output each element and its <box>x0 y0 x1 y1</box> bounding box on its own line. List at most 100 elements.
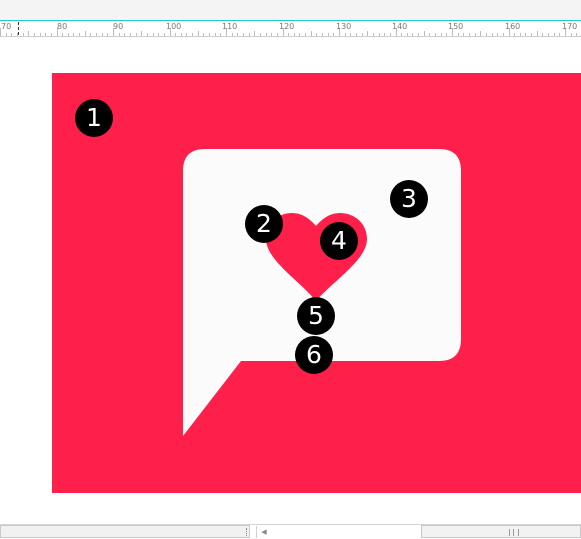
ruler-tick <box>28 31 29 36</box>
ruler-tick <box>237 33 238 36</box>
ruler-tick <box>554 33 555 36</box>
ruler-tick <box>497 33 498 36</box>
ruler-tick <box>79 33 80 36</box>
ruler-tick <box>531 33 532 36</box>
ruler-position-marker <box>18 22 19 35</box>
ruler-tick <box>299 33 300 36</box>
ruler-tick <box>367 31 368 36</box>
ruler-tick <box>373 33 374 36</box>
ruler-tick <box>90 33 91 36</box>
ruler-tick <box>548 33 549 36</box>
ruler-tick <box>542 33 543 36</box>
ruler-tick <box>62 33 63 36</box>
ruler-tick <box>96 33 97 36</box>
ruler-tick <box>576 33 577 36</box>
ruler-tick <box>266 33 267 36</box>
ruler-tick <box>181 33 182 36</box>
ruler-tick <box>316 33 317 36</box>
ruler-tick <box>390 33 391 36</box>
ruler-tick <box>328 33 329 36</box>
ruler-tick <box>469 33 470 36</box>
ruler-tick <box>147 33 148 36</box>
ruler-tick <box>11 33 12 36</box>
ruler-tick <box>215 33 216 36</box>
callout-4: 4 <box>320 222 358 260</box>
callout-1: 1 <box>75 99 113 137</box>
callout-2: 2 <box>245 205 283 243</box>
ruler-label-150: 150 <box>448 22 464 31</box>
ruler-tick <box>23 33 24 36</box>
ruler-label-120: 120 <box>279 22 295 31</box>
ruler-tick <box>311 31 312 36</box>
ruler-label-80: 80 <box>57 22 68 31</box>
ruler-tick <box>130 33 131 36</box>
ruler-tick <box>203 33 204 36</box>
left-arrow-icon[interactable]: ◀ <box>256 526 271 538</box>
ruler-tick <box>102 33 103 36</box>
ruler-tick <box>401 33 402 36</box>
ruler-tick <box>198 31 199 36</box>
ruler-tick <box>73 33 74 36</box>
ruler-tick <box>480 31 481 36</box>
horizontal-scrollbar-thumb[interactable] <box>421 525 581 538</box>
ruler-tick <box>141 31 142 36</box>
ruler-tick <box>441 33 442 36</box>
ruler-tick <box>254 31 255 36</box>
ruler-tick <box>322 33 323 36</box>
ruler-tick <box>243 33 244 36</box>
ruler-tick <box>559 33 560 36</box>
ruler-tick <box>45 33 46 36</box>
ruler-label-70: 70 <box>1 22 12 31</box>
ruler-tick <box>34 33 35 36</box>
horizontal-ruler[interactable]: 70 80 90 100 110 120 130 140 150 160 170 <box>0 0 581 37</box>
ruler-tick <box>514 33 515 36</box>
ruler-tick <box>520 33 521 36</box>
callout-3: 3 <box>390 180 428 218</box>
ruler-tick <box>119 33 120 36</box>
ruler-divider <box>0 36 581 37</box>
ruler-tick <box>418 33 419 36</box>
ruler-tick <box>288 33 289 36</box>
ruler-tick <box>537 31 538 36</box>
ruler-tick <box>136 33 137 36</box>
ruler-tick <box>260 33 261 36</box>
ruler-tick <box>446 33 447 36</box>
artboard[interactable] <box>52 73 581 493</box>
ruler-tick <box>463 33 464 36</box>
ruler-tick <box>164 33 165 36</box>
callout-5: 5 <box>297 297 335 335</box>
ruler-tick <box>249 33 250 36</box>
ruler-tick <box>356 33 357 36</box>
ruler-label-140: 140 <box>392 22 408 31</box>
ruler-tick <box>486 33 487 36</box>
ruler-top-band <box>0 0 581 20</box>
ruler-tick <box>525 33 526 36</box>
ruler-tick <box>153 33 154 36</box>
page-navigator-bar[interactable] <box>0 525 250 538</box>
splitter-grip[interactable] <box>246 528 249 536</box>
ruler-tick <box>40 33 41 36</box>
ruler-tick <box>379 33 380 36</box>
ruler-tick <box>124 33 125 36</box>
ruler-tick <box>429 33 430 36</box>
ruler-tick <box>51 33 52 36</box>
ruler-tick <box>571 33 572 36</box>
chat-heart-illustration <box>183 149 461 436</box>
ruler-label-160: 160 <box>505 22 521 31</box>
ruler-tick <box>333 33 334 36</box>
ruler-tick <box>305 33 306 36</box>
ruler-tick <box>435 33 436 36</box>
ruler-label-110: 110 <box>222 22 238 31</box>
ruler-tick <box>362 33 363 36</box>
ruler-tick <box>68 33 69 36</box>
ruler-tick <box>475 33 476 36</box>
ruler-tick <box>220 33 221 36</box>
ruler-tick <box>175 33 176 36</box>
ruler-tick <box>209 33 210 36</box>
ruler-tick <box>186 33 187 36</box>
ruler-tick <box>107 33 108 36</box>
ruler-tick <box>407 33 408 36</box>
ruler-tick <box>277 33 278 36</box>
ruler-tick <box>232 33 233 36</box>
ruler-tick <box>492 33 493 36</box>
